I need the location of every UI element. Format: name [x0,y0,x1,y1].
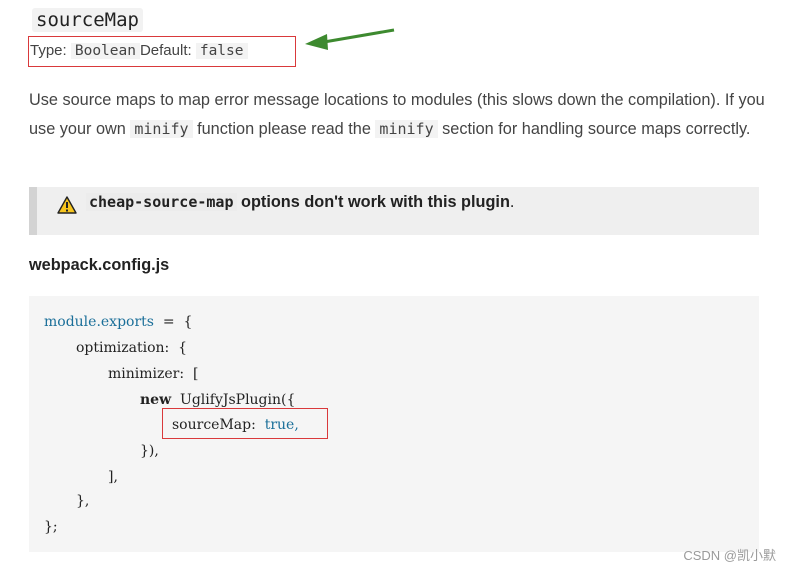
warning-triangle-icon [57,196,77,214]
watermark: CSDN @凯小默 [683,548,776,563]
description-paragraph: Use source maps to map error message loc… [29,86,769,145]
code-line-7: ], [108,469,118,485]
code-line-9: }; [44,519,58,535]
code-line-2: optimization: { [76,340,188,356]
code-line-1: module.exports = { [44,314,193,330]
warning-message: cheap-source-map options don't work with… [86,193,514,212]
option-name: sourceMap [32,8,143,32]
code-line-8: }, [76,493,90,509]
green-arrow-annotation [305,28,395,50]
type-value: Boolean [70,43,140,59]
warning-code: cheap-source-map [86,193,237,211]
default-value: false [195,43,248,59]
type-default-line: Type: Boolean Default: false [28,36,296,67]
default-label: Default: [139,42,192,59]
code-block: module.exports = { optimization: { minim… [29,296,759,552]
code-line-4: new UglifyJsPlugin({ [140,392,296,408]
type-label: Type: [30,42,67,59]
inline-code-minify-2: minify [375,120,438,139]
code-line-3: minimizer: [ [108,366,199,382]
config-filename: webpack.config.js [29,256,170,274]
warning-callout: cheap-source-map options don't work with… [29,187,759,235]
code-line-6: }), [140,443,159,459]
highlight-box [162,408,328,439]
description-text-3: section for handling source maps correct… [442,120,751,139]
inline-code-minify: minify [130,120,193,139]
warning-text: options don't work with this plugin [241,193,510,211]
description-text-2: function please read the [197,120,371,139]
warning-period: . [509,193,515,211]
